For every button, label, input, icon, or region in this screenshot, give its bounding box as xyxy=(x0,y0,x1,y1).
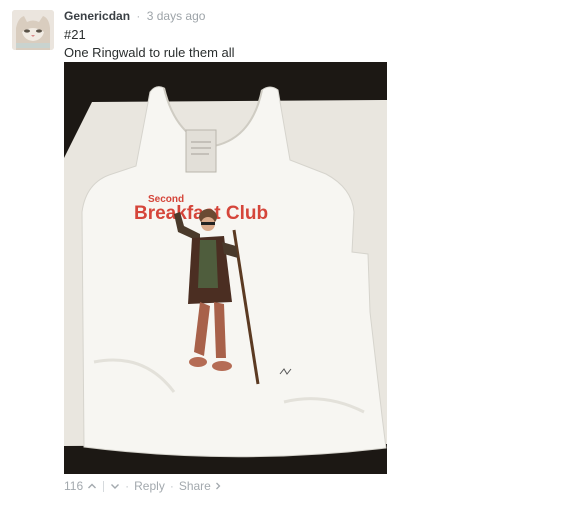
meta-separator: · xyxy=(136,9,141,23)
vote-divider xyxy=(103,480,105,492)
upvote-button[interactable] xyxy=(87,481,97,491)
share-label: Share xyxy=(178,479,211,493)
footer-dot: · xyxy=(125,479,130,493)
share-link[interactable]: Share xyxy=(179,479,222,493)
avatar[interactable] xyxy=(12,10,54,50)
chevron-up-icon xyxy=(88,483,97,489)
cat-avatar-icon xyxy=(12,10,54,50)
username[interactable]: Genericdan xyxy=(64,9,130,23)
chevron-right-icon xyxy=(215,482,221,490)
comment-footer: 116 · Reply · Share xyxy=(64,479,222,493)
comment-number: #21 xyxy=(64,27,86,42)
timestamp[interactable]: 3 days ago xyxy=(147,9,206,23)
chevron-down-icon xyxy=(111,484,120,489)
downvote-button[interactable] xyxy=(110,481,120,491)
vote-count: 116 xyxy=(64,479,84,493)
footer-dot: · xyxy=(169,479,174,493)
comment-text: One Ringwald to rule them all xyxy=(64,45,235,60)
reply-link[interactable]: Reply xyxy=(134,479,165,493)
comment-image[interactable]: Second Breakfast Club xyxy=(64,62,387,474)
tank-top-photo: Second Breakfast Club xyxy=(64,62,387,474)
comment-meta: Genericdan · 3 days ago xyxy=(64,9,205,23)
